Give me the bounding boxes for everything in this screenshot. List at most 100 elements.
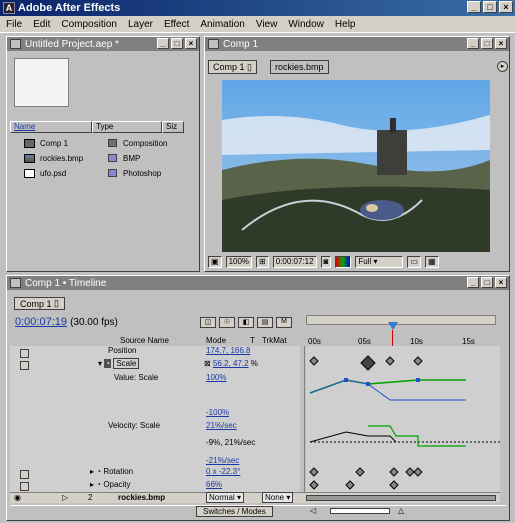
menu-effect[interactable]: Effect bbox=[164, 19, 189, 30]
velocity-bottom: -21%/sec bbox=[206, 456, 240, 465]
current-time-indicator[interactable] bbox=[388, 322, 398, 330]
graph-editor-icon[interactable]: M bbox=[276, 317, 292, 328]
project-type-ufo: Photoshop bbox=[108, 166, 161, 180]
column-name[interactable]: Name bbox=[10, 121, 92, 133]
property-scale[interactable]: ▾ ◔ Scale bbox=[98, 358, 140, 369]
layer-name[interactable]: rockies.bmp bbox=[118, 493, 165, 502]
work-area-bar[interactable] bbox=[306, 315, 496, 325]
zoom-select[interactable]: 100% bbox=[225, 255, 253, 268]
project-panel-titlebar[interactable]: Untitled Project.aep * _ □ × bbox=[7, 37, 199, 51]
tab-rockies[interactable]: rockies.bmp bbox=[270, 60, 329, 74]
project-minimize-button[interactable]: _ bbox=[157, 38, 169, 49]
menu-help[interactable]: Help bbox=[335, 19, 356, 30]
project-column-headers: Name Type Siz bbox=[10, 121, 200, 133]
panel-menu-arrow-icon[interactable]: ▸ bbox=[497, 61, 508, 72]
comp-timecode[interactable]: 0:00:07:12 bbox=[272, 255, 317, 268]
composition-icon bbox=[24, 138, 35, 148]
stopwatch-icon[interactable]: ◔ bbox=[96, 467, 101, 476]
project-maximize-button[interactable]: □ bbox=[171, 38, 183, 49]
trkmat-select[interactable]: None ▾ bbox=[262, 492, 294, 503]
safe-zones-icon[interactable]: ⊞ bbox=[256, 255, 269, 268]
velocity-top: 21%/sec bbox=[206, 421, 237, 430]
column-type[interactable]: Type bbox=[92, 121, 162, 133]
psd-icon bbox=[24, 168, 35, 178]
value-velocity-graph[interactable] bbox=[306, 346, 500, 494]
timeline-minimize-button[interactable]: _ bbox=[467, 277, 479, 288]
snapshot-icon[interactable]: ◙ bbox=[320, 255, 332, 268]
zoom-out-icon[interactable]: ◁ bbox=[310, 506, 316, 515]
comp-close-button[interactable]: × bbox=[495, 38, 507, 49]
menu-composition[interactable]: Composition bbox=[61, 19, 117, 30]
tab-timeline-comp1[interactable]: Comp 1 ▯ bbox=[14, 297, 65, 310]
zoom-in-icon[interactable]: △ bbox=[398, 506, 404, 515]
project-item-comp1[interactable]: Comp 1 bbox=[24, 136, 68, 150]
menu-animation[interactable]: Animation bbox=[200, 19, 244, 30]
link-icon[interactable]: ⊠ bbox=[204, 359, 211, 368]
value-scale-bottom: -100% bbox=[206, 408, 230, 417]
menu-file[interactable]: File bbox=[6, 19, 22, 30]
zoom-slider[interactable] bbox=[330, 508, 390, 514]
shy-switch-icon[interactable]: ☉ bbox=[219, 317, 235, 328]
timeline-maximize-button[interactable]: □ bbox=[481, 277, 493, 288]
minimize-button[interactable]: _ bbox=[467, 1, 481, 13]
keyframe-navigator[interactable] bbox=[20, 349, 29, 358]
timeline-timecode[interactable]: 0:00:07:19 (30.00 fps) bbox=[15, 316, 118, 328]
region-of-interest-icon[interactable]: ▭ bbox=[407, 255, 421, 268]
switches-modes-button[interactable]: Switches / Modes bbox=[196, 506, 273, 517]
app-titlebar: A Adobe After Effects _ □ × bbox=[0, 0, 515, 16]
show-channel-icon[interactable] bbox=[335, 255, 352, 268]
project-title: Untitled Project.aep * bbox=[25, 38, 119, 50]
after-effects-logo-icon: A bbox=[3, 2, 15, 14]
project-thumbnail bbox=[14, 58, 69, 107]
mode-select[interactable]: Normal ▾ bbox=[206, 492, 245, 503]
timeline-toolbar: ◫ ☉ ◧ ▤ M bbox=[200, 317, 292, 328]
menu-window[interactable]: Window bbox=[288, 19, 324, 30]
comp-viewer[interactable] bbox=[222, 80, 490, 252]
rotation-value[interactable]: 0 x -22.3° bbox=[206, 467, 240, 476]
stopwatch-icon[interactable]: ◔ bbox=[104, 359, 112, 368]
close-button[interactable]: × bbox=[499, 1, 513, 13]
stopwatch-icon[interactable]: ◔ bbox=[96, 480, 101, 489]
comp-viewer-controls: ▣ 100% ⊞ 0:00:07:12 ◙ Full ▾ ▭ ▦ bbox=[206, 254, 508, 269]
transparency-grid-icon[interactable]: ▦ bbox=[424, 255, 439, 268]
maximize-button[interactable]: □ bbox=[483, 1, 497, 13]
value-scale-top: 100% bbox=[206, 373, 227, 382]
menu-edit[interactable]: Edit bbox=[33, 19, 50, 30]
expand-layer-icon[interactable]: ▷ bbox=[62, 493, 68, 502]
layer-number: 2 bbox=[88, 493, 93, 502]
resolution-select[interactable]: Full ▾ bbox=[355, 255, 404, 268]
keyframe-navigator[interactable] bbox=[20, 470, 29, 479]
always-preview-icon[interactable]: ▣ bbox=[208, 255, 222, 268]
property-rotation[interactable]: ▸ ◔ Rotation bbox=[90, 467, 133, 476]
layer-duration-bar[interactable] bbox=[306, 495, 496, 501]
project-item-rockies[interactable]: rockies.bmp bbox=[24, 151, 83, 165]
scale-value[interactable]: ⊠ 56.2, 47.2 % bbox=[204, 359, 258, 368]
timeline-titlebar[interactable]: Comp 1 • Timeline _ □ × bbox=[7, 276, 509, 290]
frame-blend-icon[interactable]: ◧ bbox=[238, 317, 254, 328]
opacity-value[interactable]: 66% bbox=[206, 480, 222, 489]
comp-marker-icon[interactable]: ◫ bbox=[200, 317, 216, 328]
comp-panel-titlebar[interactable]: Comp 1 _ □ × bbox=[205, 37, 509, 51]
property-opacity[interactable]: ▸ ◔ Opacity bbox=[90, 480, 130, 489]
project-type-rockies: BMP bbox=[108, 151, 140, 165]
eye-icon[interactable]: ◉ bbox=[14, 493, 21, 502]
timeline-icon bbox=[10, 278, 21, 288]
project-close-button[interactable]: × bbox=[185, 38, 197, 49]
tab-comp1[interactable]: Comp 1 ▯ bbox=[208, 60, 257, 74]
comp-minimize-button[interactable]: _ bbox=[467, 38, 479, 49]
menu-view[interactable]: View bbox=[256, 19, 278, 30]
keyframe-navigator[interactable] bbox=[20, 482, 29, 491]
ruler-label: 15s bbox=[462, 337, 475, 346]
velocity-scale-label: Velocity: Scale bbox=[108, 421, 161, 430]
property-position[interactable]: Position bbox=[108, 346, 136, 355]
timeline-close-button[interactable]: × bbox=[495, 277, 507, 288]
column-size[interactable]: Siz bbox=[162, 121, 184, 133]
keyframe-navigator[interactable] bbox=[20, 361, 29, 370]
menu-layer[interactable]: Layer bbox=[128, 19, 153, 30]
motion-blur-icon[interactable]: ▤ bbox=[257, 317, 273, 328]
project-item-ufo[interactable]: ufo.psd bbox=[24, 166, 66, 180]
position-value[interactable]: 174.7, 166.8 bbox=[206, 346, 250, 355]
velocity-mid: -9%, 21%/sec bbox=[206, 438, 256, 447]
project-icon bbox=[10, 39, 21, 49]
comp-maximize-button[interactable]: □ bbox=[481, 38, 493, 49]
